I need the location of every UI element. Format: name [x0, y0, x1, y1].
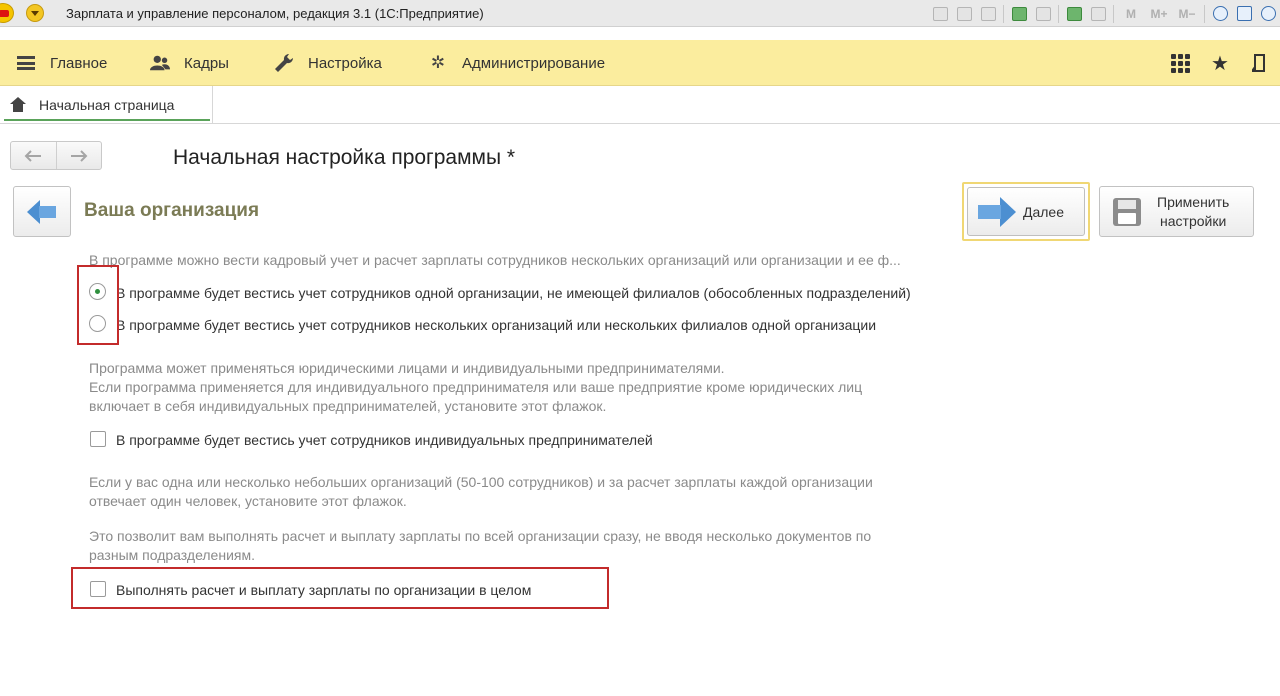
app-logo-icon[interactable]: [0, 3, 14, 23]
whole-org-hint-line-1: Это позволит вам выполнять расчет и выпл…: [89, 528, 872, 544]
window-title: Зарплата и управление персоналом, редакц…: [66, 6, 484, 21]
section-administration[interactable]: ✲ Администрирование: [428, 40, 605, 86]
toolbar-separator: [1058, 4, 1059, 23]
all-functions-icon[interactable]: [1160, 40, 1200, 86]
calculator-icon[interactable]: [1063, 4, 1085, 24]
memory-m-button[interactable]: M: [1118, 4, 1144, 24]
next-button-label: Далее: [1023, 203, 1065, 220]
sections-panel: Главное Кадры Настройка ✲ Администрирова…: [0, 40, 1280, 86]
users-icon: [150, 53, 170, 73]
form-title: Начальная настройка программы *: [173, 146, 516, 169]
step-title: Ваша организация: [84, 200, 260, 221]
whole-org-hint-line-2: разным подразделениям.: [89, 547, 255, 563]
floppy-save-icon: [1113, 197, 1141, 226]
blue-arrow-left-icon: [27, 199, 57, 224]
attach-icon[interactable]: [1008, 4, 1030, 24]
document-icon[interactable]: [1032, 4, 1054, 24]
apply-settings-label-line1: Применить: [1157, 193, 1230, 210]
open-tabs-bar: Начальная страница: [0, 86, 1280, 124]
history-icon[interactable]: [1240, 40, 1280, 86]
save-icon[interactable]: [929, 4, 951, 24]
calendar-icon[interactable]: [1087, 4, 1109, 24]
window-toolbar: M M+ M−: [928, 3, 1280, 24]
menu-icon: [16, 53, 36, 73]
toolbar-separator: [1113, 4, 1114, 23]
blue-arrow-right-icon: [978, 196, 1016, 227]
section-staff-label: Кадры: [184, 54, 229, 72]
section-settings-label: Настройка: [308, 54, 382, 72]
section-administration-label: Администрирование: [462, 54, 606, 72]
window-titlebar: Зарплата и управление персоналом, редакц…: [0, 0, 1280, 27]
favorites-star-icon[interactable]: ★: [1200, 40, 1240, 86]
panel-icon[interactable]: [1233, 4, 1255, 24]
small-org-hint-line-2: отвечает один человек, установите этот ф…: [89, 493, 407, 509]
highlight-frame-whole-org: [71, 567, 609, 609]
main-menu-dropdown-icon[interactable]: [26, 4, 44, 22]
section-staff[interactable]: Кадры: [150, 40, 229, 86]
highlight-frame-radios: [77, 265, 119, 345]
memory-minus-button[interactable]: M−: [1174, 4, 1200, 24]
arrow-left-icon: [25, 149, 42, 162]
arrow-right-icon: [70, 149, 88, 162]
toolbar-separator: [1204, 4, 1205, 23]
checkbox-individual-entrepreneurs[interactable]: [90, 431, 106, 447]
memory-plus-button[interactable]: M+: [1146, 4, 1172, 24]
checkbox-individual-entrepreneurs-label[interactable]: В программе будет вестись учет сотрудник…: [116, 431, 653, 450]
print-icon[interactable]: [953, 4, 975, 24]
zoom-icon[interactable]: [1209, 4, 1231, 24]
apply-settings-button[interactable]: Применить настройки: [1099, 186, 1254, 237]
tab-home-page[interactable]: Начальная страница: [0, 86, 213, 124]
radio-multiple-organizations-label[interactable]: В программе будет вестись учет сотрудник…: [116, 316, 876, 335]
nav-back-button[interactable]: [11, 142, 56, 169]
section-settings[interactable]: Настройка: [274, 40, 382, 86]
wrench-icon: [274, 53, 294, 73]
next-button[interactable]: Далее: [967, 187, 1085, 236]
preview-icon[interactable]: [977, 4, 999, 24]
apply-settings-label-line2: настройки: [1160, 212, 1227, 229]
tab-home-page-label: Начальная страница: [39, 97, 175, 113]
info-icon[interactable]: [1257, 4, 1279, 24]
intro-text: В программе можно вести кадровый учет и …: [89, 252, 901, 268]
apply-settings-label: Применить настройки: [1157, 193, 1229, 231]
ip-hint-line-3: включает в себя индивидуальных предприни…: [89, 398, 607, 414]
toolbar-separator: [1003, 4, 1004, 23]
radio-single-organization-label[interactable]: В программе будет вестись учет сотрудник…: [116, 284, 911, 303]
ip-hint-line-2: Если программа применяется для индивидуа…: [89, 379, 863, 395]
section-main-label: Главное: [50, 54, 108, 72]
gear-icon: ✲: [430, 53, 446, 72]
panel-right-icons: ★: [1160, 40, 1280, 86]
ip-hint-line-1: Программа может применяться юридическими…: [89, 360, 725, 376]
wizard-back-button[interactable]: [13, 186, 71, 237]
small-org-hint-line-1: Если у вас одна или несколько небольших …: [89, 474, 873, 490]
home-icon: [10, 97, 26, 113]
next-button-focus-frame: Далее: [962, 182, 1090, 241]
nav-forward-button[interactable]: [55, 142, 101, 169]
history-navigation: [10, 141, 102, 170]
section-main[interactable]: Главное: [16, 40, 107, 86]
